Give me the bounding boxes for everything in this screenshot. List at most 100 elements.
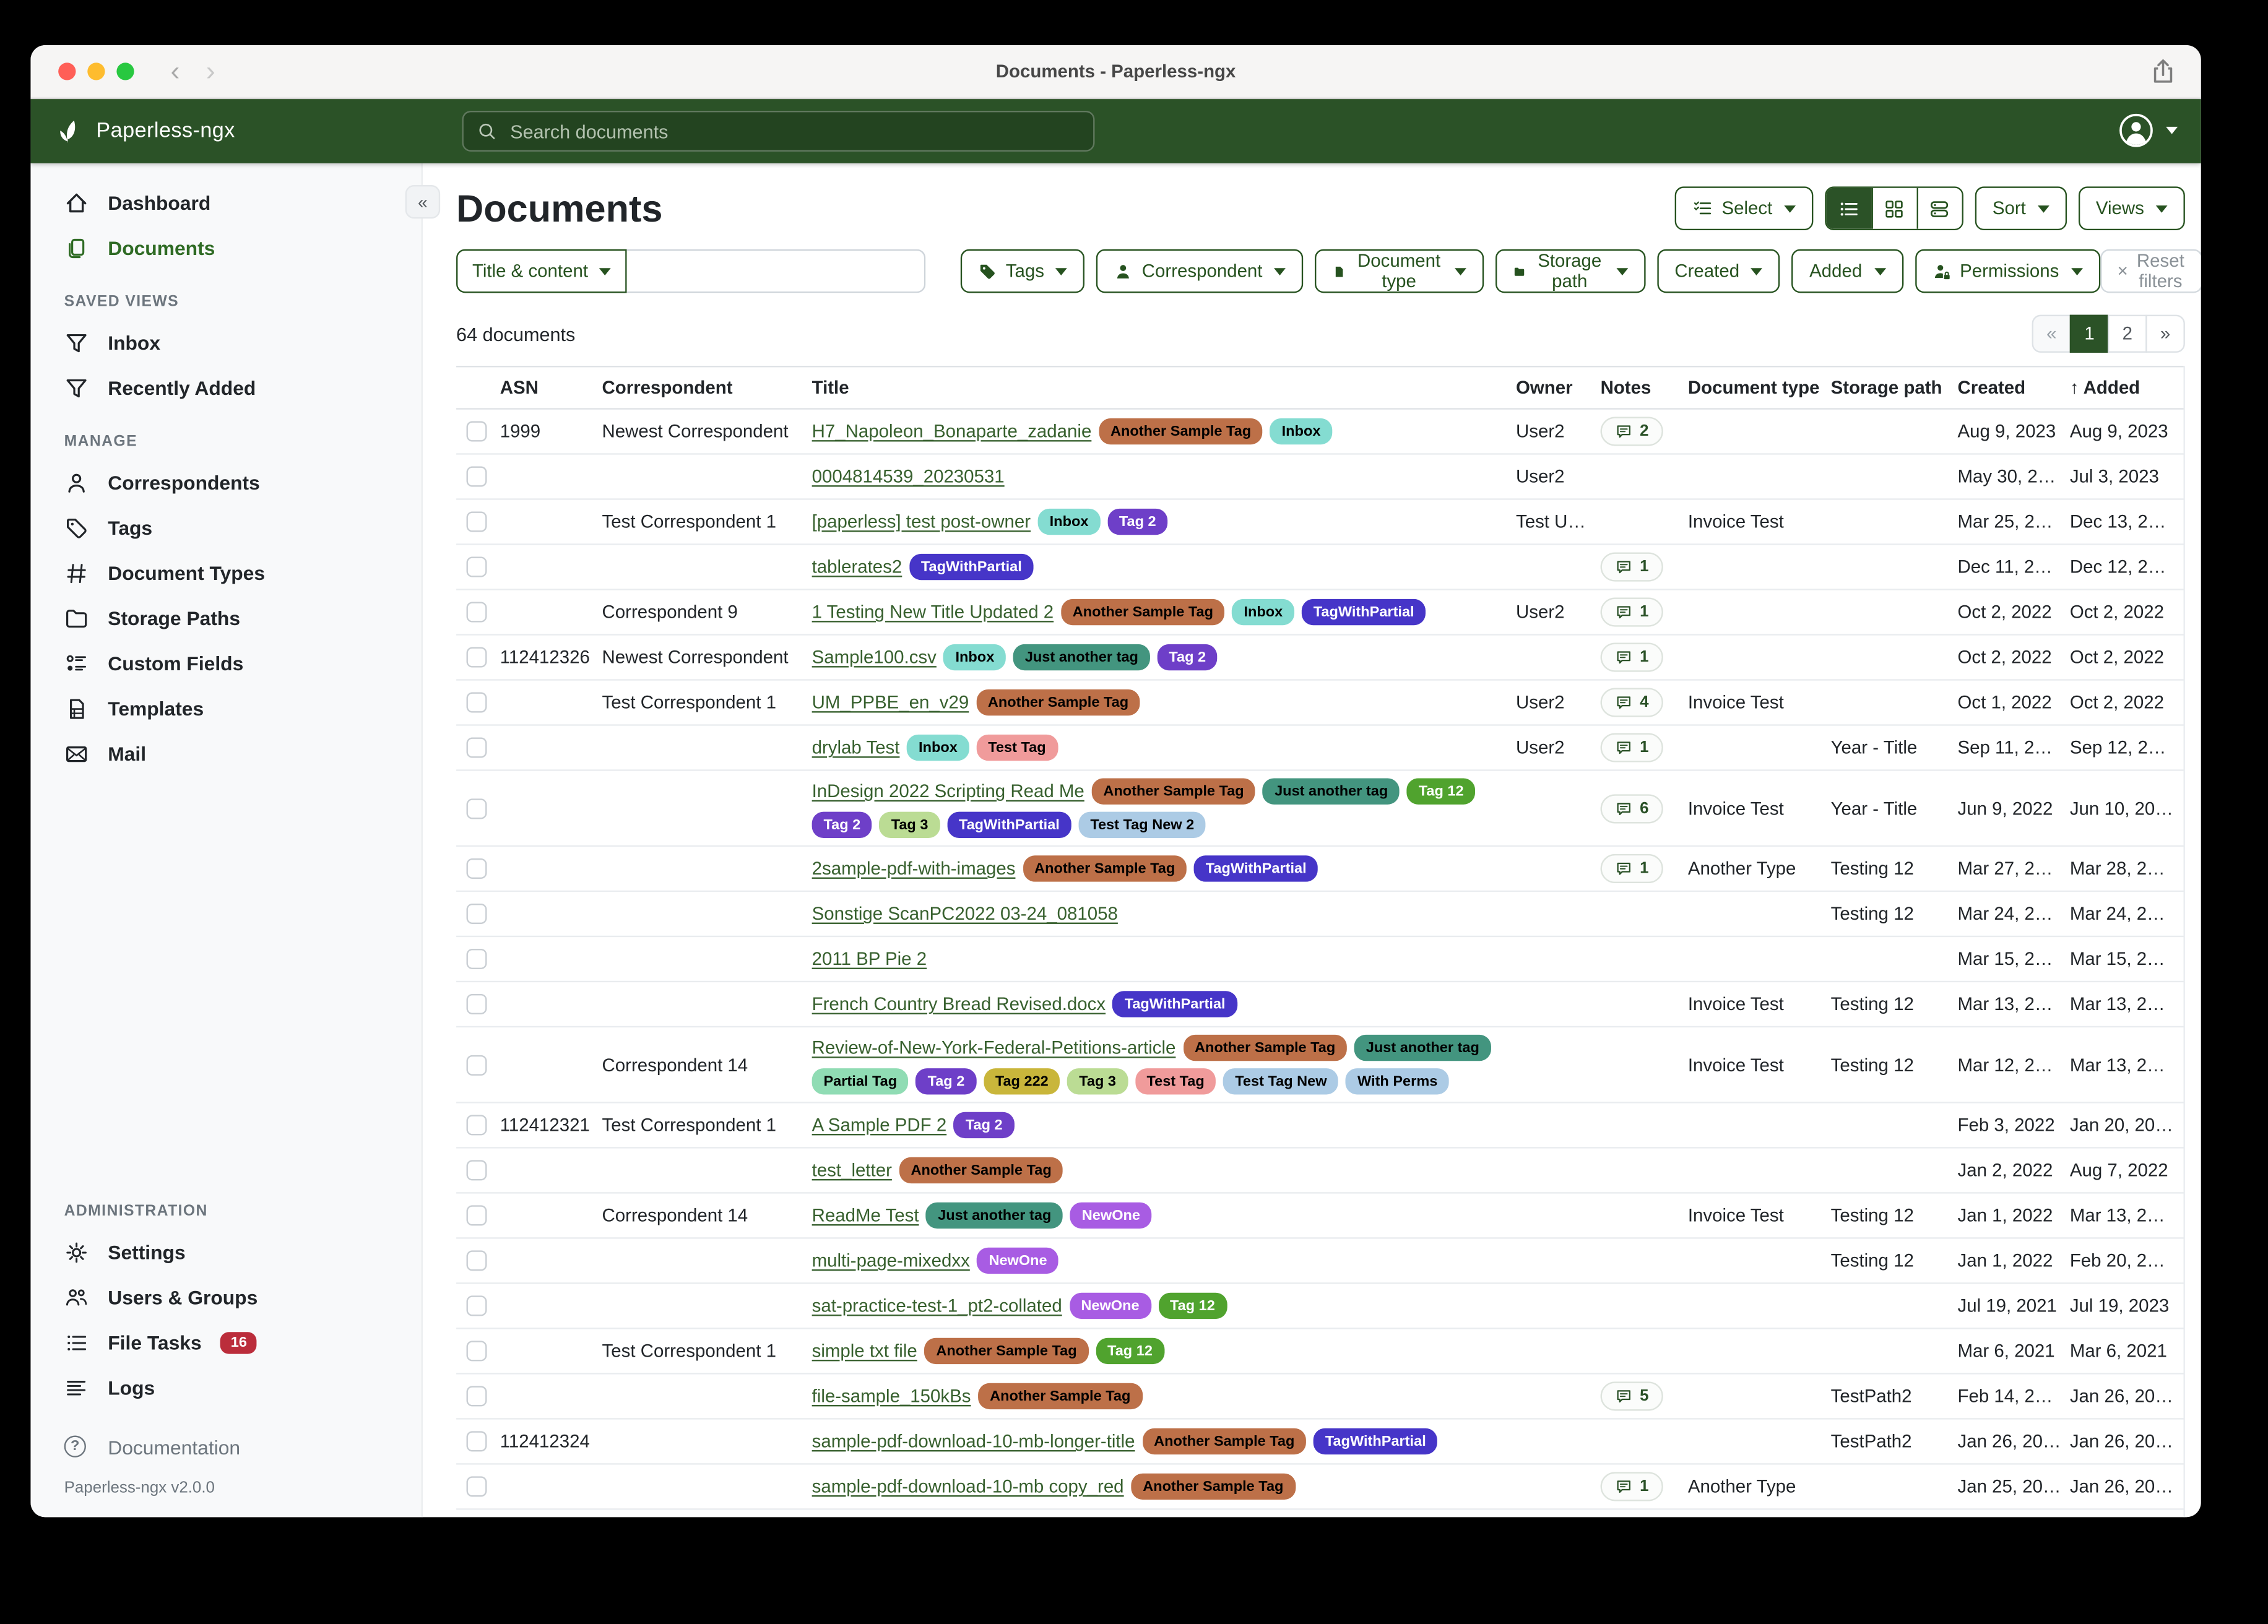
tag-chip[interactable]: Another Sample Tag [1061, 599, 1225, 625]
filter-added-button[interactable]: Added [1792, 249, 1903, 293]
row-checkbox[interactable] [467, 1205, 487, 1225]
column-header-owner[interactable]: Owner [1516, 378, 1601, 398]
tag-chip[interactable]: Test Tag [1135, 1068, 1216, 1094]
search-input[interactable] [507, 119, 1080, 144]
tag-chip[interactable]: Tag 2 [812, 812, 872, 838]
tag-chip[interactable]: Just another tag [1263, 778, 1400, 804]
row-checkbox[interactable] [467, 647, 487, 668]
sidebar-item-logs[interactable]: Logs [30, 1365, 421, 1410]
sidebar-item-users-groups[interactable]: Users & Groups [30, 1275, 421, 1320]
document-link[interactable]: ReadMe Test [812, 1205, 919, 1225]
row-checkbox[interactable] [467, 1160, 487, 1180]
document-link[interactable]: [paperless] test post-owner [812, 512, 1031, 532]
grid-view-button[interactable] [1871, 188, 1916, 229]
tag-chip[interactable]: Another Sample Tag [899, 1157, 1063, 1183]
zoom-window-button[interactable] [116, 63, 134, 80]
tag-chip[interactable]: Inbox [907, 735, 969, 761]
tag-chip[interactable]: Inbox [1270, 418, 1332, 444]
sidebar-item-recently-added[interactable]: Recently Added [30, 366, 421, 411]
tag-chip[interactable]: TagWithPartial [1113, 991, 1237, 1017]
tag-chip[interactable]: Inbox [1232, 599, 1294, 625]
row-checkbox[interactable] [467, 693, 487, 713]
tag-chip[interactable]: Another Sample Tag [925, 1338, 1089, 1364]
document-link[interactable]: simple txt file [812, 1341, 917, 1361]
brand[interactable]: Paperless-ngx [30, 118, 235, 145]
sidebar-item-tags[interactable]: Tags [30, 506, 421, 551]
document-link[interactable]: file-sample_150kBs [812, 1386, 971, 1406]
row-checkbox[interactable] [467, 1476, 487, 1497]
minimize-window-button[interactable] [87, 63, 105, 80]
tag-chip[interactable]: Tag 222 [984, 1068, 1060, 1094]
column-header-added[interactable]: ↑Added [2070, 378, 2184, 398]
tag-chip[interactable]: Tag 12 [1158, 1293, 1227, 1319]
row-checkbox[interactable] [467, 738, 487, 758]
views-button[interactable]: Views [2079, 186, 2185, 230]
notes-badge[interactable]: 1 [1601, 552, 1664, 581]
pagination-next-button[interactable]: » [2145, 315, 2185, 353]
title-content-dropdown[interactable]: Title & content [456, 249, 628, 293]
tag-chip[interactable]: TagWithPartial [1314, 1428, 1438, 1454]
tag-chip[interactable]: Test Tag [976, 735, 1057, 761]
document-link[interactable]: UM_PPBE_en_v29 [812, 693, 969, 713]
user-menu[interactable] [2118, 112, 2178, 149]
document-link[interactable]: H7_Napoleon_Bonaparte_zadanie [812, 421, 1092, 442]
notes-badge[interactable]: 1 [1601, 642, 1664, 672]
tag-chip[interactable]: With Perms [1346, 1068, 1449, 1094]
row-checkbox[interactable] [467, 1295, 487, 1316]
tag-chip[interactable]: Another Sample Tag [1142, 1428, 1306, 1454]
document-link[interactable]: A Sample PDF 2 [812, 1115, 947, 1135]
tag-chip[interactable]: NewOne [1070, 1293, 1151, 1319]
pagination-page-1[interactable]: 1 [2070, 315, 2110, 353]
tag-chip[interactable]: Tag 12 [1096, 1338, 1164, 1364]
column-header-storage-path[interactable]: Storage path [1831, 378, 1958, 398]
pagination-page-2[interactable]: 2 [2108, 315, 2147, 353]
document-link[interactable]: InDesign 2022 Scripting Read Me [812, 781, 1084, 801]
row-checkbox[interactable] [467, 858, 487, 879]
document-link[interactable]: 0004814539_20230531 [812, 467, 1005, 487]
forward-icon[interactable]: › [206, 56, 215, 89]
tag-chip[interactable]: TagWithPartial [909, 554, 1034, 580]
tag-chip[interactable]: Tag 12 [1407, 778, 1476, 804]
notes-badge[interactable]: 1 [1601, 1472, 1664, 1501]
document-link[interactable]: 1 Testing New Title Updated 2 [812, 602, 1054, 623]
tag-chip[interactable]: TagWithPartial [947, 812, 1071, 838]
card-view-button[interactable] [1916, 188, 1962, 229]
back-icon[interactable]: ‹ [171, 56, 180, 89]
tag-chip[interactable]: Tag 3 [1067, 1068, 1127, 1094]
tag-chip[interactable]: Test Tag New [1223, 1068, 1338, 1094]
document-link[interactable]: multi-page-mixedxx [812, 1250, 970, 1271]
tag-chip[interactable]: Tag 2 [1107, 509, 1167, 535]
sidebar-item-documentation[interactable]: ?Documentation [30, 1425, 421, 1471]
row-checkbox[interactable] [467, 421, 487, 442]
tag-chip[interactable]: Just another tag [926, 1203, 1063, 1229]
row-checkbox[interactable] [467, 602, 487, 623]
list-view-button[interactable] [1826, 188, 1871, 229]
row-checkbox[interactable] [467, 994, 487, 1014]
document-link[interactable]: tablerates2 [812, 557, 902, 577]
tag-chip[interactable]: Tag 2 [954, 1112, 1014, 1138]
tag-chip[interactable]: Tag 2 [1158, 644, 1218, 670]
sidebar-item-inbox[interactable]: Inbox [30, 321, 421, 366]
document-link[interactable]: sample-pdf-download-10-mb-longer-title [812, 1431, 1135, 1451]
row-checkbox[interactable] [467, 1341, 487, 1361]
notes-badge[interactable]: 6 [1601, 793, 1664, 823]
filter-created-button[interactable]: Created [1657, 249, 1780, 293]
row-checkbox[interactable] [467, 1055, 487, 1075]
sidebar-item-documents[interactable]: Documents [30, 226, 421, 271]
sidebar-item-settings[interactable]: Settings [30, 1230, 421, 1275]
row-checkbox[interactable] [467, 949, 487, 969]
tag-chip[interactable]: Another Sample Tag [1023, 855, 1187, 881]
select-button[interactable]: Select [1675, 186, 1813, 230]
column-header-document-type[interactable]: Document type [1688, 378, 1831, 398]
notes-badge[interactable]: 1 [1601, 854, 1664, 883]
filter-storage-path-button[interactable]: Storage path [1495, 249, 1645, 293]
document-link[interactable]: sat-practice-test-1_pt2-collated [812, 1295, 1062, 1316]
notes-badge[interactable]: 5 [1601, 1381, 1664, 1410]
tag-chip[interactable]: Tag 3 [880, 812, 940, 838]
tag-chip[interactable]: Another Sample Tag [976, 689, 1140, 715]
sidebar-item-file-tasks[interactable]: File Tasks16 [30, 1320, 421, 1365]
tag-chip[interactable]: Just another tag [1013, 644, 1150, 670]
tag-chip[interactable]: Another Sample Tag [1092, 778, 1256, 804]
sidebar-item-custom-fields[interactable]: Custom Fields [30, 641, 421, 686]
pagination-prev-button[interactable]: « [2032, 315, 2072, 353]
